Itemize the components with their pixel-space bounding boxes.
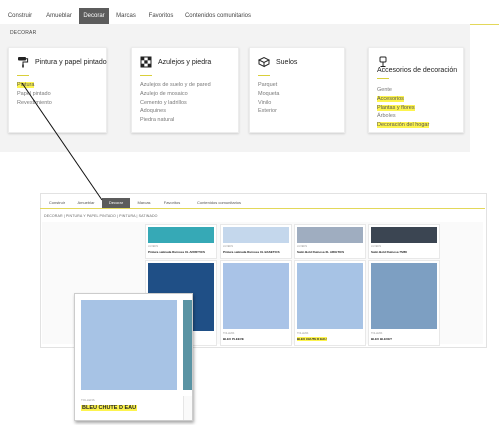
neighbor-card [183,396,192,420]
tab-marcas[interactable]: Marcas [133,198,155,208]
product-name: Pintura satinada Ruinosa XL AFRIFTICS [148,250,206,254]
color-swatch [371,263,437,329]
color-swatch [81,300,177,390]
category-item-azulejo-mosaico[interactable]: Azulejo de mosaico [140,90,211,99]
tab-construir[interactable]: Construir [44,198,70,208]
tab-amueblar[interactable]: Amueblar [72,198,100,208]
category-list: Pintura Papel pintado Revestimiento [17,81,52,107]
category-item-parquet[interactable]: Parquet [258,81,279,90]
tab-favoritos[interactable]: Favoritos [142,8,180,24]
divider [17,75,29,76]
category-title[interactable]: Accesorios de decoración [377,67,457,74]
category-card-pintura: Pintura y papel pintado Pintura Papel pi… [8,47,107,133]
tab-decorar[interactable]: Decorar [102,198,130,208]
product-card[interactable]: LUXENS Satin Bold Ruinosa 75/88 [368,224,440,259]
tab-favoritos[interactable]: Favoritos [158,198,186,208]
product-brand: LUXENS [148,245,159,248]
floor-icon [257,56,271,68]
color-swatch [297,227,363,243]
tab-construir[interactable]: Construir [2,8,38,24]
category-card-accesorios: Accesorios de decoración Gente Accesorio… [368,47,464,133]
product-brand: TOLLENS [371,332,383,335]
tab-marcas[interactable]: Marcas [111,8,141,24]
product-brand: TOLLENS [223,332,235,335]
neighbor-swatch [183,300,192,390]
product-name: BLEU PLEEVE [223,337,244,341]
product-name: BLEU BLEUET [371,337,392,341]
category-item-accesorios[interactable]: Accesorios [377,95,429,104]
product-card[interactable]: LUXENS Satin Bold Ruinosa XL ARIGTICS [294,224,366,259]
tab-contenidos-comunitarios[interactable]: Contenidos comunitarios [182,8,254,24]
product-brand: TOLLENS [81,398,95,402]
category-list: Parquet Moqueta Vinilo Exterior [258,81,279,116]
category-item-decoracion-hogar[interactable]: Decoración del hogar [377,121,430,130]
main-nav: Construir Amueblar Decorar Marcas Favori… [0,8,499,25]
product-name: Satin Bold Ruinosa XL ARIGTICS [297,250,345,254]
category-list: Gente Accesorios Plantas y flores Árbole… [377,86,430,130]
paint-roller-icon [18,57,29,68]
breadcrumb[interactable]: DECORAR | PINTURA Y PAPEL PINTADO | PINT… [44,214,158,218]
product-name: BLEU CHUTE D EAU [297,337,327,341]
category-card-azulejos: Azulejos y piedra Azulejos de suelo y de… [131,47,239,133]
color-swatch [223,227,289,243]
product-card[interactable]: TOLLENS BLEU CHUTE D EAU [294,260,366,346]
product-brand: LUXENS [371,245,382,248]
zoomed-product-card[interactable]: TOLLENS BLEU CHUTE D EAU [74,293,193,421]
color-swatch [297,263,363,329]
tab-contenidos-comunitarios[interactable]: Contenidos comunitarios [190,198,248,208]
category-list: Azulejos de suelo y de pared Azulejo de … [140,81,211,125]
color-swatch [223,263,289,329]
category-card-suelos: Suelos Parquet Moqueta Vinilo Exterior [249,47,345,133]
product-card[interactable]: LUXENS Pintura satinada Ruinosa XL BASET… [220,224,292,259]
category-title[interactable]: Azulejos y piedra [158,59,211,66]
category-item-cemento-ladrillos[interactable]: Cemento y ladrillos [140,99,211,108]
category-title[interactable]: Suelos [276,59,297,66]
category-item-piedra-natural[interactable]: Piedra natural [140,116,211,125]
product-brand: LUXENS [223,245,234,248]
category-item-papel-pintado[interactable]: Papel pintado [17,90,52,99]
product-name: Pintura satinada Ruinosa XL BASETICS [223,250,280,254]
product-name: Satin Bold Ruinosa 75/88 [371,250,407,254]
category-item-moqueta[interactable]: Moqueta [258,90,279,99]
category-item-revestimiento[interactable]: Revestimiento [17,99,52,108]
breadcrumb: DECORAR [10,30,37,36]
product-name: BLEU CHUTE D EAU [81,405,138,411]
color-swatch [148,227,214,243]
category-item-adoquines[interactable]: Adoquines [140,107,211,116]
category-item-exterior[interactable]: Exterior [258,107,279,116]
product-card[interactable]: TOLLENS BLEU PLEEVE [220,260,292,346]
category-item-plantas-flores[interactable]: Plantas y flores [377,104,429,113]
tab-decorar[interactable]: Decorar [79,8,109,24]
category-item-pintura[interactable]: Pintura [17,81,52,90]
divider [377,78,389,79]
tab-amueblar[interactable]: Amueblar [40,8,78,24]
divider [140,75,152,76]
product-card[interactable]: LUXENS Pintura satinada Ruinosa XL AFRIF… [145,224,217,259]
category-item-gente[interactable]: Gente [377,86,429,95]
divider [258,75,270,76]
product-page-nav: Construir Amueblar Decorar Marcas Favori… [40,198,485,209]
category-item-arboles[interactable]: Árboles [377,112,429,121]
product-brand: TOLLENS [297,332,309,335]
tiles-icon [140,56,152,68]
category-item-azulejos-suelo-pared[interactable]: Azulejos de suelo y de pared [140,81,211,90]
category-title[interactable]: Pintura y papel pintado [35,59,107,66]
category-item-vinilo[interactable]: Vinilo [258,99,279,108]
product-card[interactable]: TOLLENS BLEU BLEUET [368,260,440,346]
product-brand: LUXENS [297,245,308,248]
color-swatch [371,227,437,243]
